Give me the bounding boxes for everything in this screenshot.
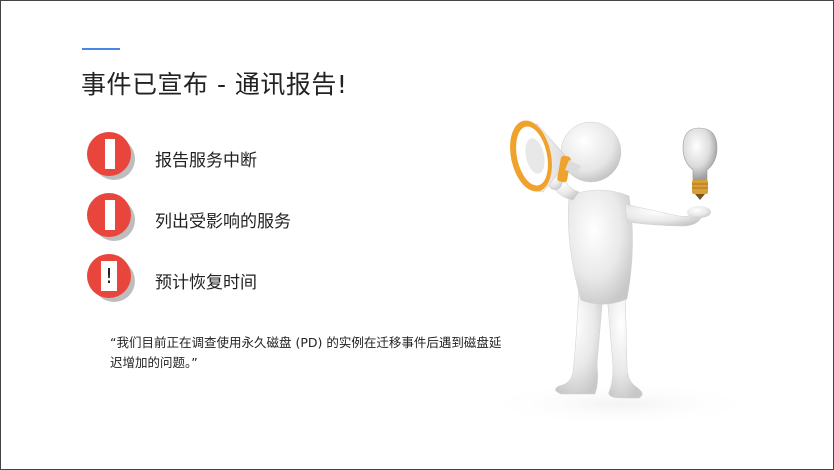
slide-title: 事件已宣布 - 通讯报告! bbox=[81, 70, 348, 99]
right-hand bbox=[687, 206, 711, 218]
bullet-recovery-time: 预计恢复时间 bbox=[155, 273, 257, 293]
incident-quote: “我们目前正在调查使用永久磁盘 (PD) 的实例在迁移事件后遇到磁盘延迟增加的问… bbox=[110, 335, 502, 370]
bullet-report-outage: 报告服务中断 bbox=[155, 151, 257, 171]
exclamation-bar-icon bbox=[87, 193, 131, 237]
exclamation-mark-icon: ! bbox=[87, 254, 131, 298]
torso bbox=[567, 189, 633, 305]
bullet-affected-services: 列出受影响的服务 bbox=[155, 212, 291, 232]
head bbox=[560, 121, 622, 183]
slide: 事件已宣布 - 通讯报告! 报告服务中断 列出受影响的服务 ! 预计恢复时间 “… bbox=[0, 0, 834, 470]
title-accent-line bbox=[82, 48, 120, 50]
lightbulb-icon bbox=[682, 127, 718, 200]
exclamation-bar-icon bbox=[87, 132, 131, 176]
exclamation-glyph: ! bbox=[101, 261, 117, 291]
person-megaphone-illustration bbox=[499, 120, 759, 424]
